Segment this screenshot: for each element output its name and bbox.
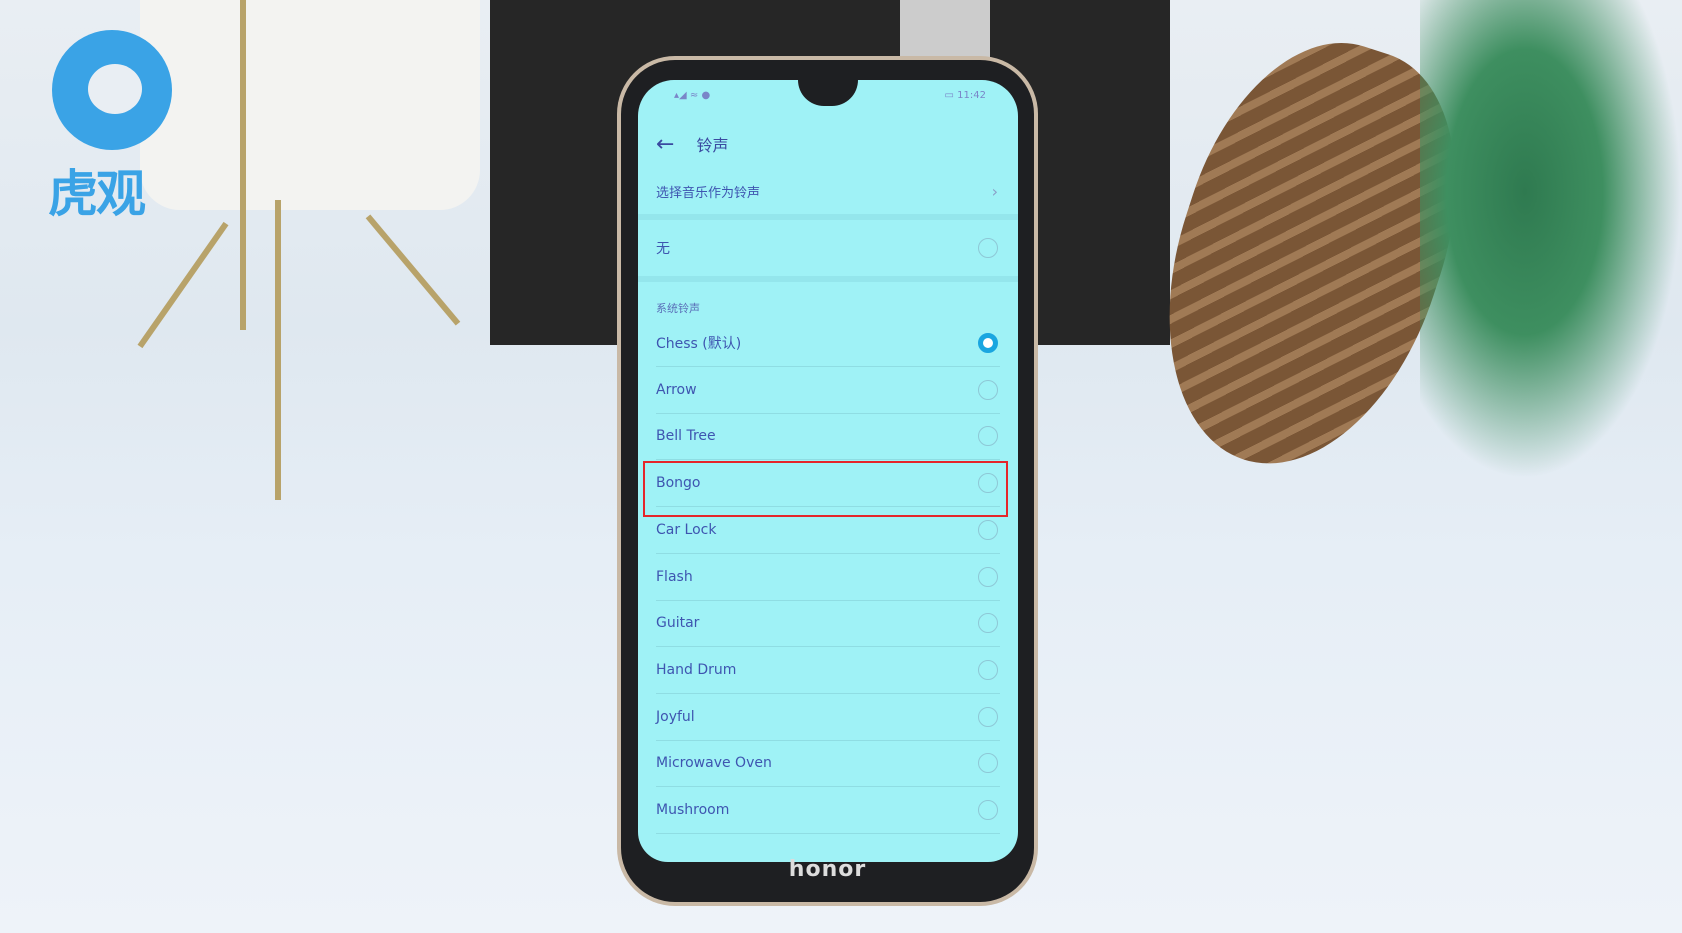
ringtone-item[interactable]: Arrow [638,367,1018,413]
logo-mark-icon [52,30,172,150]
radio-button[interactable] [978,333,998,353]
status-time: ▭ 11:42 [944,90,986,101]
ringtone-label: Hand Drum [656,661,737,678]
radio-button[interactable] [978,613,998,634]
app-header: ← 铃声 [638,120,1018,168]
ringtone-label: Car Lock [656,521,717,538]
ringtone-label: 无 [656,241,670,257]
ringtone-label: Bell Tree [656,428,716,445]
radio-button[interactable] [978,519,998,540]
radio-button[interactable] [978,800,998,820]
camera-notch [798,80,858,106]
radio-button[interactable] [978,753,998,774]
ringtone-item[interactable]: Flash [638,554,1018,600]
phone-brand-logo: honor [788,857,867,882]
ringtone-item[interactable]: Guitar [638,600,1018,646]
ringtone-item[interactable]: Mushroom [638,787,1018,833]
radio-button[interactable] [978,566,998,587]
ringtone-item[interactable]: Joyful [638,694,1018,740]
ringtone-label: Arrow [656,381,697,398]
ringtone-item[interactable]: Microwave Oven [638,740,1018,786]
pine-branch [1420,0,1682,480]
signal-wifi-icons: ▴◢ ≈ ● [674,90,711,101]
ringtone-item[interactable]: Hand Drum [638,647,1018,693]
ringtone-label: Joyful [656,708,695,725]
highlight-box [643,461,1008,517]
divider [638,276,1018,282]
divider [656,833,1000,834]
watermark-logo: 虎观 [48,30,178,223]
time: 11:42 [957,90,986,101]
watermark-text: 虎观 [48,165,146,223]
ringtone-label: Flash [656,568,693,585]
ringtone-label: Guitar [656,615,700,632]
choose-music-label: 选择音乐作为铃声 [656,185,761,201]
radio-button[interactable] [978,238,998,258]
ringtone-label: Chess (默认) [656,336,742,352]
radio-button[interactable] [978,426,998,447]
section-title: 系统铃声 [656,302,700,315]
radio-button[interactable] [978,659,998,680]
radio-button[interactable] [978,379,998,400]
ringtone-label: Mushroom [656,802,730,818]
ringtone-item[interactable]: Chess (默认) [638,320,1018,366]
chevron-right-icon: › [991,181,998,201]
ringtone-item[interactable]: Bell Tree [638,413,1018,459]
ringtone-none[interactable]: 无 [638,220,1018,276]
choose-music-item[interactable]: 选择音乐作为铃声 › [638,168,1018,214]
page-title: 铃声 [696,136,729,155]
radio-button[interactable] [978,706,998,727]
back-arrow-icon[interactable]: ← [656,132,674,157]
ringtone-label: Microwave Oven [656,755,772,772]
